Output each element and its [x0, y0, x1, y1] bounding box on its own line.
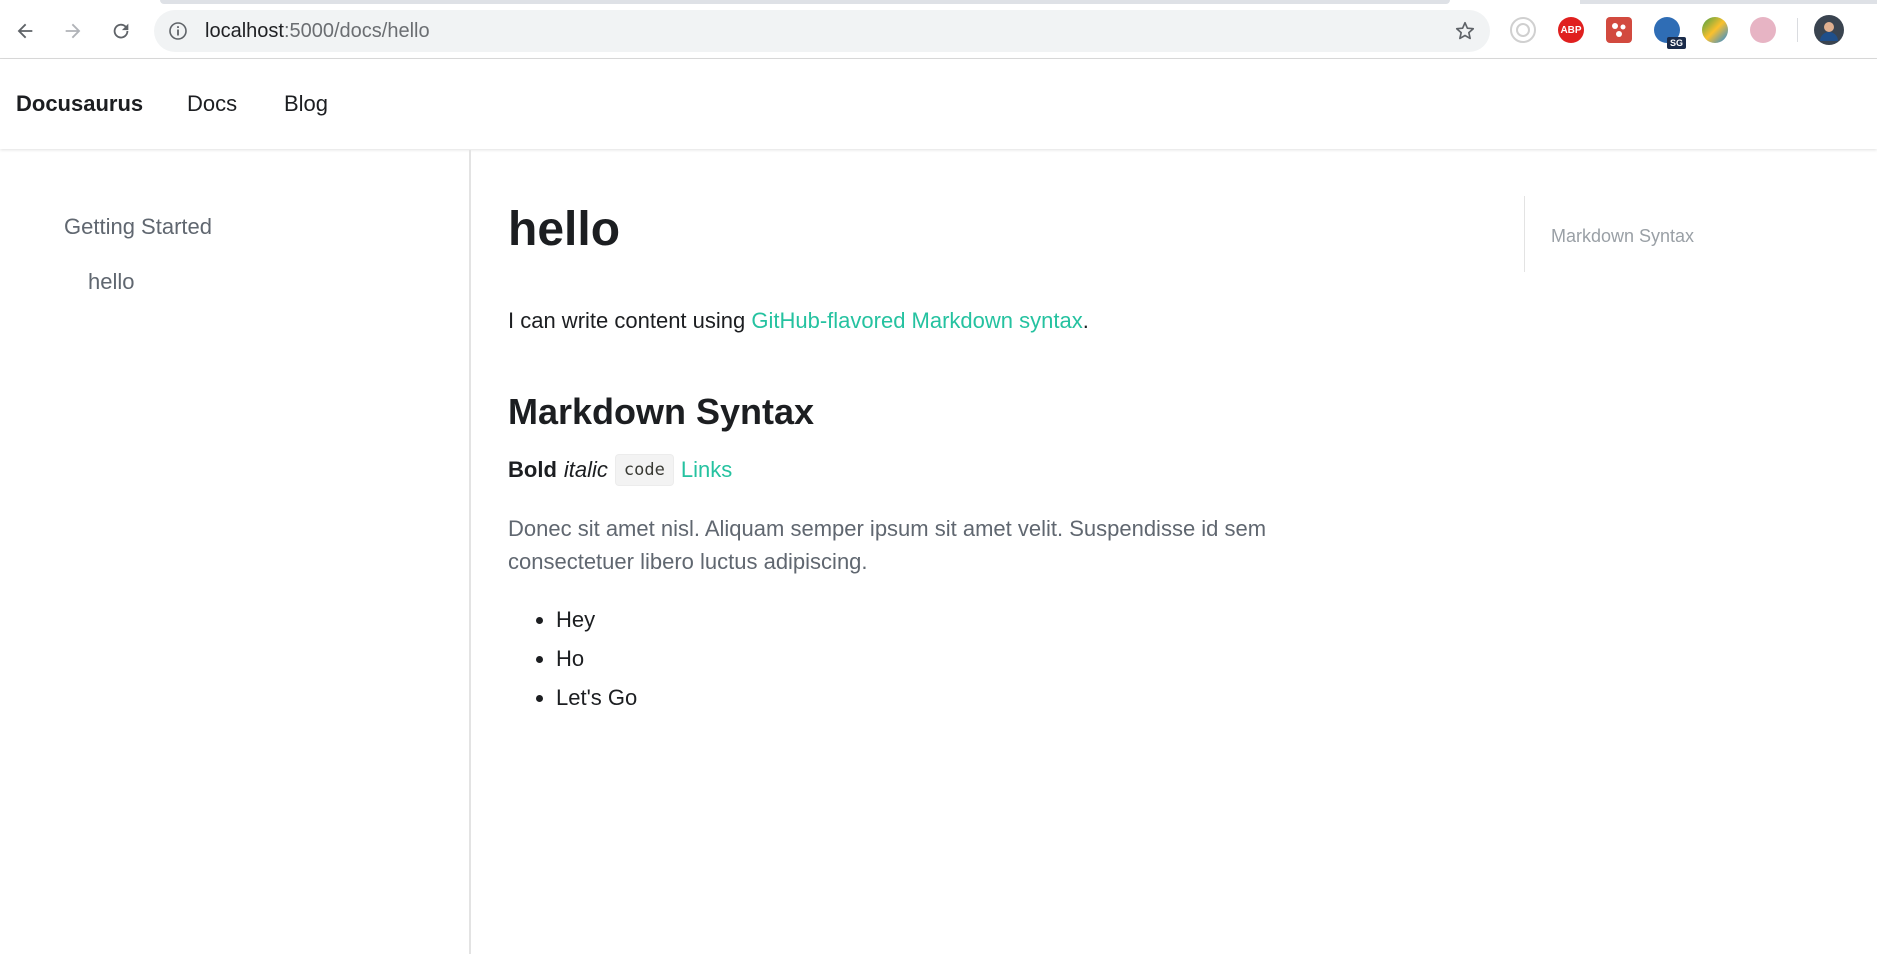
profile-avatar[interactable]: [1814, 15, 1844, 45]
nav-link-blog[interactable]: Blog: [284, 91, 328, 117]
section-heading: Markdown Syntax: [508, 391, 815, 432]
back-button[interactable]: [8, 14, 42, 48]
star-icon[interactable]: [1454, 20, 1476, 42]
sidebar-category-getting-started[interactable]: Getting Started: [64, 214, 212, 240]
nav-link-docs[interactable]: Docs: [187, 91, 237, 117]
toc-item-markdown-syntax[interactable]: Markdown Syntax: [1551, 226, 1694, 247]
italic-text: italic: [563, 457, 608, 482]
molecule-icon: [1612, 23, 1626, 37]
list-item: Let's Go: [556, 678, 637, 717]
intro-suffix: .: [1082, 308, 1089, 333]
browser-toolbar: localhost:5000/docs/hello ABP SG: [0, 0, 1877, 59]
links-link[interactable]: Links: [681, 457, 732, 483]
toolbar-divider: [1797, 18, 1798, 42]
reload-button[interactable]: [104, 14, 138, 48]
address-bar[interactable]: localhost:5000/docs/hello: [154, 10, 1490, 52]
adblock-label: ABP: [1560, 24, 1582, 36]
site-navbar: Docusaurus Docs Blog: [0, 59, 1877, 149]
target-icon[interactable]: [1510, 17, 1536, 43]
docs-sidebar: Getting Started hello: [0, 150, 471, 954]
flag-icon[interactable]: [1750, 17, 1776, 43]
bullet-list: Hey Ho Let's Go: [508, 600, 637, 717]
url-text[interactable]: localhost:5000/docs/hello: [205, 19, 430, 43]
arrow-right-icon: [65, 23, 81, 39]
url-host: localhost: [205, 20, 284, 42]
url-path: :5000/docs/hello: [283, 20, 430, 42]
sidebar-item-hello[interactable]: hello: [88, 269, 134, 295]
colorful-globe-icon[interactable]: [1702, 17, 1728, 43]
reload-icon: [113, 23, 129, 39]
adblock-icon[interactable]: ABP: [1558, 17, 1584, 43]
person-icon: [1820, 22, 1838, 41]
list-item: Hey: [556, 600, 637, 639]
target-inner: [1516, 23, 1530, 37]
brand-title[interactable]: Docusaurus: [16, 91, 143, 117]
globe-sg-icon[interactable]: SG: [1654, 17, 1686, 49]
tab-strip-right: [1580, 0, 1877, 4]
list-item: Ho: [556, 639, 637, 678]
tab-strip: [160, 0, 1450, 4]
table-of-contents: Markdown Syntax: [1524, 196, 1785, 272]
arrow-left-icon: [17, 23, 33, 39]
markdown-syntax-link[interactable]: GitHub-flavored Markdown syntax: [751, 308, 1082, 333]
formatting-examples: Bold italic code Links: [508, 454, 732, 486]
forward-button[interactable]: [56, 14, 90, 48]
puzzle-extension-icon[interactable]: [1606, 17, 1632, 43]
page-title: hello: [508, 203, 621, 256]
blockquote: Donec sit amet nisl. Aliquam semper ipsu…: [508, 516, 1267, 574]
intro-paragraph: I can write content using GitHub-flavore…: [508, 308, 1089, 334]
bold-text: Bold: [508, 457, 557, 482]
info-icon[interactable]: [168, 21, 188, 41]
inline-code: code: [614, 454, 674, 486]
globe-sg-label: SG: [1666, 37, 1686, 49]
intro-prefix: I can write content using: [508, 308, 752, 333]
